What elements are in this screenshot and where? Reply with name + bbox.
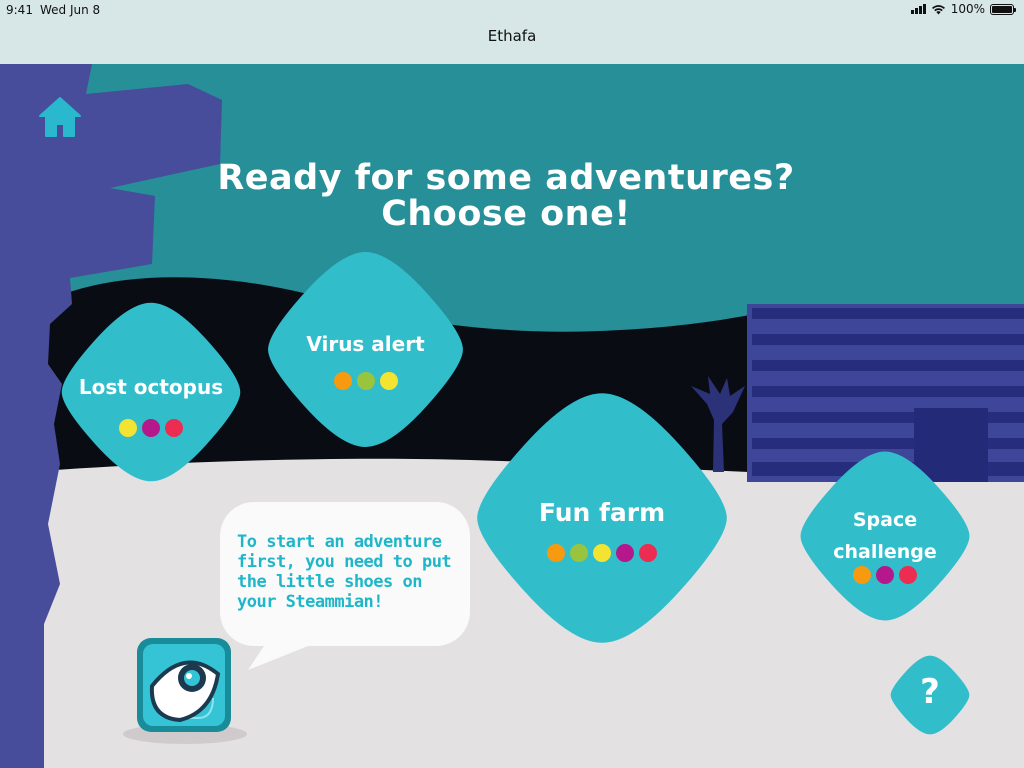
adventure-label-line-1: Space — [852, 509, 918, 531]
app-title: Ethafa — [487, 27, 537, 45]
hint-text: To start an adventure first, you need to… — [237, 532, 452, 612]
difficulty-dot — [616, 544, 634, 562]
adventure-fun-farm[interactable]: Fun farm — [472, 388, 732, 648]
adventure-label-line-2: challenge — [833, 541, 937, 563]
help-button[interactable]: ? — [889, 654, 971, 736]
status-bar: 9:41 Wed Jun 8 100% — [0, 0, 1024, 20]
adventure-label: Fun farm — [538, 498, 666, 527]
title-bar: Ethafa — [0, 20, 1024, 64]
difficulty-dot — [119, 419, 137, 437]
hint-speech-bubble: To start an adventure first, you need to… — [220, 502, 470, 646]
page-headline: Ready for some adventures? Choose one! — [0, 160, 1012, 232]
difficulty-dot — [356, 372, 375, 390]
difficulty-dot — [547, 544, 565, 562]
difficulty-dot — [333, 372, 352, 390]
headline-line-2: Choose one! — [381, 194, 631, 234]
difficulty-dot — [899, 566, 917, 584]
difficulty-dot — [876, 566, 894, 584]
wifi-icon — [931, 4, 945, 14]
adventure-virus-alert[interactable]: Virus alert — [264, 248, 467, 451]
difficulty-dots — [472, 544, 732, 562]
difficulty-dot — [379, 372, 398, 390]
steammian-robot-button[interactable] — [122, 638, 248, 746]
steammian-robot-icon — [123, 638, 247, 744]
status-date: Wed Jun 8 — [40, 3, 101, 17]
difficulty-dots — [58, 419, 244, 437]
battery-icon — [990, 3, 1016, 15]
question-mark-icon: ? — [920, 672, 940, 712]
difficulty-dot — [593, 544, 611, 562]
adventure-space-challenge[interactable]: Space challenge — [797, 448, 973, 624]
adventure-label: Lost octopus — [78, 375, 224, 399]
adventure-lost-octopus[interactable]: Lost octopus — [58, 299, 244, 485]
difficulty-dot — [639, 544, 657, 562]
signal-icon — [910, 4, 926, 14]
adventure-label: Virus alert — [306, 332, 425, 356]
headline-line-1: Ready for some adventures? — [217, 158, 795, 198]
battery-fill — [992, 5, 1012, 13]
difficulty-dot — [853, 566, 871, 584]
home-button[interactable] — [38, 96, 82, 140]
difficulty-dot — [142, 419, 160, 437]
difficulty-dot — [165, 419, 183, 437]
difficulty-dot — [570, 544, 588, 562]
battery-percent: 100% — [950, 2, 985, 16]
home-icon — [39, 97, 81, 137]
status-time: 9:41 — [6, 3, 33, 17]
difficulty-dots — [264, 372, 467, 390]
adventure-label: Space challenge — [797, 504, 973, 568]
status-indicators: 100% — [910, 2, 1016, 16]
difficulty-dots — [797, 566, 973, 584]
